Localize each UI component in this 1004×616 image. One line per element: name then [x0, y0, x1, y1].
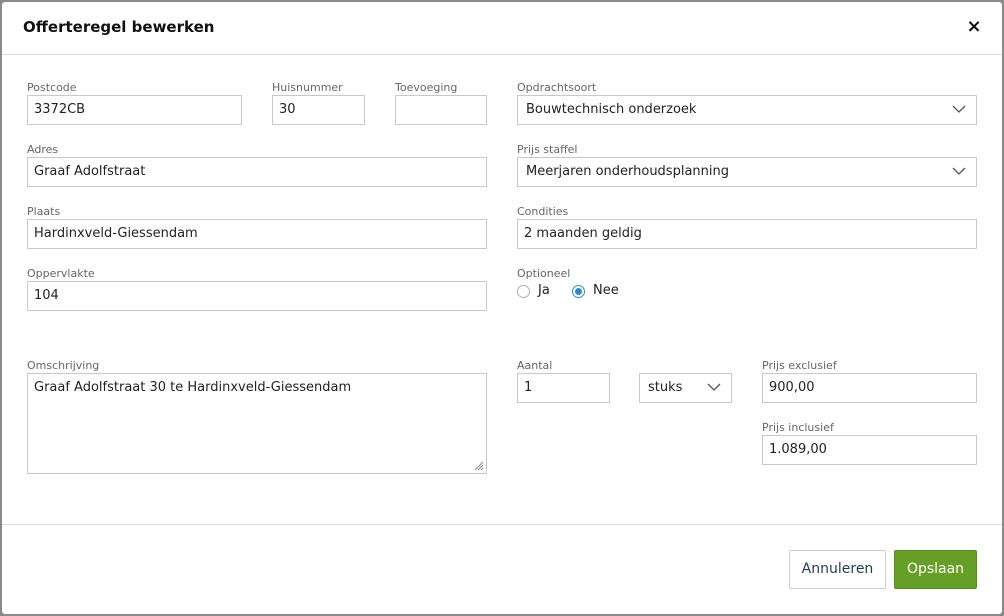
condities-label: Condities	[517, 205, 569, 218]
plaats-input[interactable]: Hardinxveld-Giessendam	[27, 219, 487, 249]
toevoeging-input[interactable]	[395, 95, 487, 125]
prijs-exclusief-label: Prijs exclusief	[762, 359, 837, 372]
prijs-staffel-value: Meerjaren onderhoudsplanning	[526, 164, 729, 179]
huisnummer-input[interactable]: 30	[272, 95, 365, 125]
edit-quote-line-dialog: Offerteregel bewerken × Postcode 3372CB …	[2, 2, 1002, 614]
aantal-input[interactable]: 1	[517, 373, 610, 403]
omschrijving-textarea[interactable]: Graaf Adolfstraat 30 te Hardinxveld-Gies…	[27, 373, 487, 474]
huisnummer-label: Huisnummer	[272, 81, 343, 94]
prijs-staffel-label: Prijs staffel	[517, 143, 578, 156]
optioneel-ja-radio[interactable]	[517, 285, 530, 298]
chevron-down-icon	[952, 105, 966, 113]
eenheid-value: stuks	[648, 380, 683, 395]
omschrijving-text: Graaf Adolfstraat 30 te Hardinxveld-Gies…	[34, 380, 352, 395]
opdrachtsoort-value: Bouwtechnisch onderzoek	[526, 102, 697, 117]
adres-input[interactable]: Graaf Adolfstraat	[27, 157, 487, 187]
chevron-down-icon	[952, 167, 966, 175]
prijs-staffel-select[interactable]: Meerjaren onderhoudsplanning	[517, 157, 977, 187]
adres-label: Adres	[27, 143, 59, 156]
oppervlakte-input[interactable]: 104	[27, 281, 487, 311]
postcode-label: Postcode	[27, 81, 77, 94]
prijs-exclusief-input[interactable]: 900,00	[762, 373, 977, 403]
prijs-inclusief-label: Prijs inclusief	[762, 421, 834, 434]
close-icon[interactable]: ×	[965, 16, 983, 38]
aantal-label: Aantal	[517, 359, 553, 372]
optioneel-label: Optioneel	[517, 267, 571, 280]
chevron-down-icon	[707, 383, 721, 391]
oppervlakte-label: Oppervlakte	[27, 267, 95, 280]
plaats-label: Plaats	[27, 205, 61, 218]
omschrijving-label: Omschrijving	[27, 359, 100, 372]
opdrachtsoort-label: Opdrachtsoort	[517, 81, 597, 94]
dialog-header: Offerteregel bewerken ×	[2, 2, 1002, 55]
condities-input[interactable]: 2 maanden geldig	[517, 219, 977, 249]
prijs-inclusief-input[interactable]: 1.089,00	[762, 435, 977, 465]
optioneel-ja-label[interactable]: Ja	[538, 283, 550, 298]
resize-grip-icon[interactable]	[472, 459, 484, 471]
opdrachtsoort-select[interactable]: Bouwtechnisch onderzoek	[517, 95, 977, 125]
toevoeging-label: Toevoeging	[395, 81, 458, 94]
postcode-input[interactable]: 3372CB	[27, 95, 242, 125]
dialog-footer: Annuleren Opslaan	[2, 524, 1002, 614]
optioneel-nee-radio[interactable]	[572, 285, 585, 298]
save-button[interactable]: Opslaan	[894, 550, 977, 589]
dialog-title: Offerteregel bewerken	[23, 18, 215, 36]
optioneel-nee-label[interactable]: Nee	[593, 283, 619, 298]
eenheid-select[interactable]: stuks	[639, 373, 732, 403]
cancel-button[interactable]: Annuleren	[789, 550, 886, 589]
